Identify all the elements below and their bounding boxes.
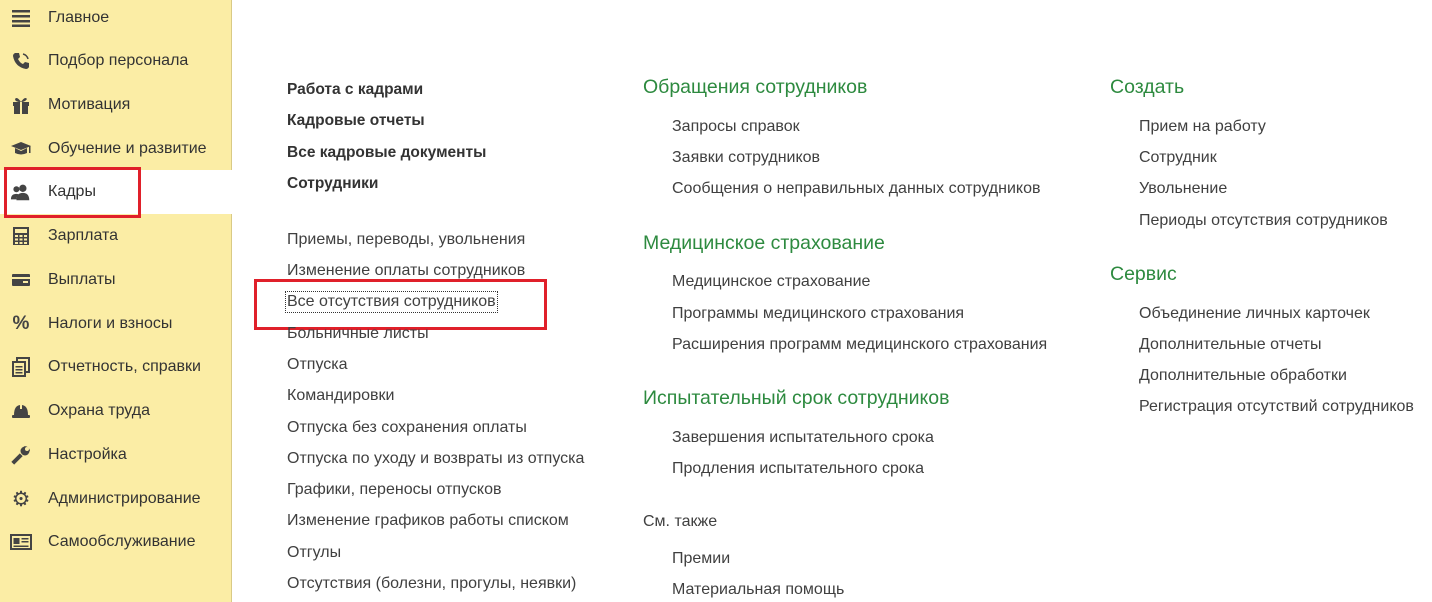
- link-time-off[interactable]: Отгулы: [287, 544, 341, 562]
- link-create-absence-periods[interactable]: Периоды отсутствия сотрудников: [1139, 212, 1388, 230]
- wallet-icon: [10, 269, 32, 291]
- link-merge-personal-cards[interactable]: Объединение личных карточек: [1139, 305, 1370, 323]
- section-title-probation: Испытательный срок сотрудников: [643, 387, 950, 409]
- link-vacations[interactable]: Отпуска: [287, 356, 348, 374]
- link-absence-registration[interactable]: Регистрация отсутствий сотрудников: [1139, 398, 1414, 416]
- section-title-see-also: См. также: [643, 513, 718, 530]
- sidebar-item-label: Самообслуживание: [48, 533, 196, 550]
- link-probation-extension[interactable]: Продления испытательного срока: [672, 460, 924, 478]
- sidebar-item-labor-safety[interactable]: Охрана труда: [0, 389, 232, 433]
- link-sick-leaves[interactable]: Больничные листы: [287, 325, 429, 343]
- link-hr-work[interactable]: Работа с кадрами: [287, 81, 423, 99]
- link-work-schedule-changes[interactable]: Изменение графиков работы списком: [287, 512, 569, 530]
- link-pay-changes[interactable]: Изменение оплаты сотрудников: [287, 262, 525, 280]
- link-employee-applications[interactable]: Заявки сотрудников: [672, 149, 820, 167]
- sidebar-item-label: Подбор персонала: [48, 52, 189, 69]
- sidebar-item-label: Выплаты: [48, 271, 116, 288]
- sidebar-item-label: Налоги и взносы: [48, 315, 173, 332]
- section-title-service: Сервис: [1110, 263, 1177, 285]
- sidebar-item-label: Главное: [48, 9, 110, 26]
- section-title-medical-insurance: Медицинское страхование: [643, 232, 885, 254]
- sidebar-item-recruiting[interactable]: Подбор персонала: [0, 39, 232, 83]
- link-hirings-transfers[interactable]: Приемы, переводы, увольнения: [287, 231, 525, 249]
- link-create-dismissal[interactable]: Увольнение: [1139, 180, 1227, 198]
- link-absences-illness[interactable]: Отсутствия (болезни, прогулы, неявки): [287, 575, 576, 593]
- sidebar-item-label: Кадры: [48, 183, 96, 200]
- link-business-trips[interactable]: Командировки: [287, 387, 394, 405]
- sidebar-item-label: Охрана труда: [48, 402, 150, 419]
- gift-icon: [10, 94, 32, 116]
- section-title-employee-requests: Обращения сотрудников: [643, 76, 868, 98]
- sidebar-item-main[interactable]: Главное: [0, 0, 232, 40]
- sidebar-item-label: Администрирование: [48, 490, 201, 507]
- link-employees[interactable]: Сотрудники: [287, 175, 378, 193]
- link-certificate-requests[interactable]: Запросы справок: [672, 118, 800, 136]
- link-probation-completion[interactable]: Завершения испытательного срока: [672, 429, 934, 447]
- link-incorrect-data-messages[interactable]: Сообщения о неправильных данных сотрудни…: [672, 180, 1041, 198]
- gear-icon: ⚙: [11, 487, 31, 511]
- sidebar-item-salary[interactable]: Зарплата: [0, 214, 232, 258]
- link-additional-processing[interactable]: Дополнительные обработки: [1139, 367, 1347, 385]
- link-medical-insurance[interactable]: Медицинское страхование: [672, 273, 870, 291]
- id-card-icon: [10, 531, 32, 553]
- sidebar: Главное Подбор персонала Мотивация Обуче…: [0, 0, 233, 602]
- calculator-icon: [10, 225, 32, 247]
- sidebar-item-label: Настройка: [48, 446, 127, 463]
- link-hr-reports[interactable]: Кадровые отчеты: [287, 112, 425, 130]
- sidebar-item-motivation[interactable]: Мотивация: [0, 83, 232, 127]
- sidebar-item-taxes[interactable]: % Налоги и взносы: [0, 302, 232, 346]
- link-financial-aid[interactable]: Материальная помощь: [672, 581, 844, 599]
- link-create-employee[interactable]: Сотрудник: [1139, 149, 1217, 167]
- percent-icon: %: [12, 313, 30, 334]
- link-parental-leaves[interactable]: Отпуска по уходу и возвраты из отпуска: [287, 450, 584, 468]
- sidebar-item-label: Мотивация: [48, 96, 131, 113]
- link-all-absences[interactable]: Все отсутствия сотрудников: [285, 291, 498, 313]
- link-unpaid-leaves[interactable]: Отпуска без сохранения оплаты: [287, 419, 527, 437]
- sidebar-item-hr[interactable]: Кадры: [0, 170, 233, 214]
- sidebar-item-reports[interactable]: Отчетность, справки: [0, 345, 232, 389]
- sidebar-item-administration[interactable]: ⚙ Администрирование: [0, 477, 232, 521]
- link-create-hiring[interactable]: Прием на работу: [1139, 118, 1266, 136]
- sidebar-item-label: Отчетность, справки: [48, 358, 201, 375]
- link-vacation-schedules[interactable]: Графики, переносы отпусков: [287, 481, 501, 499]
- link-all-hr-documents[interactable]: Все кадровые документы: [287, 144, 486, 162]
- sidebar-item-settings[interactable]: Настройка: [0, 433, 232, 477]
- sidebar-item-training[interactable]: Обучение и развитие: [0, 127, 232, 171]
- graduation-cap-icon: [10, 138, 32, 160]
- menu-lines-icon: [10, 7, 32, 29]
- people-icon: [10, 181, 32, 203]
- sidebar-item-label: Зарплата: [48, 227, 119, 244]
- hard-hat-icon: [10, 400, 32, 422]
- sidebar-item-label: Обучение и развитие: [48, 140, 207, 157]
- link-bonuses[interactable]: Премии: [672, 550, 730, 568]
- section-title-create: Создать: [1110, 76, 1185, 98]
- wrench-icon: [10, 444, 32, 466]
- phone-icon: [10, 50, 32, 72]
- link-insurance-extensions[interactable]: Расширения программ медицинского страхов…: [672, 336, 1047, 354]
- documents-icon: [10, 356, 32, 378]
- link-additional-reports[interactable]: Дополнительные отчеты: [1139, 336, 1322, 354]
- link-insurance-programs[interactable]: Программы медицинского страхования: [672, 305, 964, 323]
- sidebar-item-self-service[interactable]: Самообслуживание: [0, 520, 232, 564]
- sidebar-item-payments[interactable]: Выплаты: [0, 258, 232, 302]
